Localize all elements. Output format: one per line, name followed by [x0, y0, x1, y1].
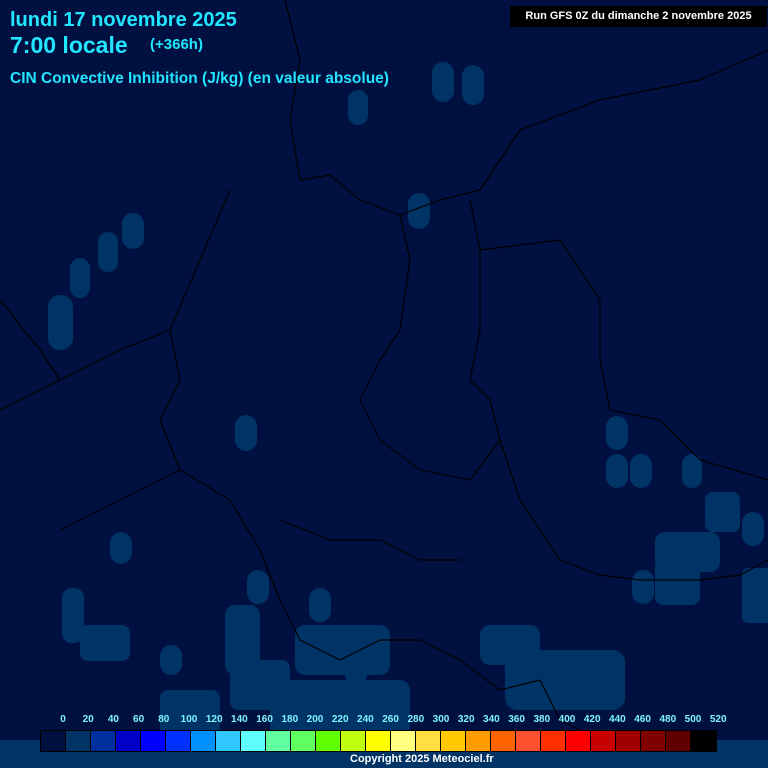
scale-label: 0	[60, 714, 66, 725]
scale-swatch	[641, 731, 666, 751]
forecast-time: 7:00 locale	[10, 32, 128, 58]
scale-label: 340	[483, 714, 500, 725]
scale-label: 100	[180, 714, 198, 725]
run-info: Run GFS 0Z du dimanche 2 novembre 2025	[510, 6, 767, 27]
scale-swatch	[491, 731, 516, 751]
scale-label: 200	[306, 714, 324, 725]
scale-swatch	[541, 731, 566, 751]
scale-label: 80	[158, 714, 170, 725]
scale-swatch	[591, 731, 616, 751]
scale-label: 420	[583, 714, 601, 725]
scale-label: 240	[357, 714, 374, 725]
scale-swatch	[666, 731, 691, 751]
scale-label: 440	[609, 714, 626, 725]
parameter-title: CIN Convective Inhibition (J/kg) (en val…	[10, 70, 389, 87]
scale-label: 40	[107, 714, 119, 725]
scale-label: 180	[281, 714, 299, 725]
copyright: Copyright 2025 Meteociel.fr	[350, 753, 494, 765]
scale-label: 460	[634, 714, 651, 725]
lead-time: (+366h)	[150, 36, 203, 53]
scale-swatch	[116, 731, 141, 751]
scale-swatch	[241, 731, 266, 751]
cin-areas	[0, 62, 768, 768]
scale-label: 220	[331, 714, 349, 725]
scale-label: 280	[407, 714, 425, 725]
scale-swatch	[141, 731, 166, 751]
scale-swatch	[41, 731, 66, 751]
scale-label: 320	[457, 714, 475, 725]
forecast-date: lundi 17 novembre 2025	[10, 9, 237, 31]
scale-label: 260	[382, 714, 399, 725]
scale-swatch	[416, 731, 441, 751]
scale-swatch	[316, 731, 341, 751]
scale-swatch	[366, 731, 391, 751]
scale-swatch	[291, 731, 316, 751]
scale-label: 360	[508, 714, 525, 725]
scale-label: 400	[558, 714, 576, 725]
scale-swatch	[441, 731, 466, 751]
scale-label: 120	[205, 714, 223, 725]
scale-label: 380	[533, 714, 551, 725]
scale-label: 140	[231, 714, 248, 725]
scale-swatch	[266, 731, 291, 751]
scale-swatch	[691, 731, 716, 751]
scale-swatch	[66, 731, 91, 751]
scale-label: 520	[709, 714, 727, 725]
scale-swatch	[91, 731, 116, 751]
scale-label: 160	[256, 714, 273, 725]
scale-label: 20	[82, 714, 94, 725]
scale-swatch	[466, 731, 491, 751]
scale-label: 300	[432, 714, 450, 725]
scale-swatch	[616, 731, 641, 751]
scale-swatch	[166, 731, 191, 751]
scale-label: 60	[133, 714, 145, 725]
scale-swatch	[341, 731, 366, 751]
scale-swatch	[566, 731, 591, 751]
scale-label: 480	[659, 714, 677, 725]
scale-swatch	[216, 731, 241, 751]
cin-map	[0, 0, 768, 768]
scale-label: 500	[684, 714, 702, 725]
scale-swatch	[191, 731, 216, 751]
scale-swatch	[516, 731, 541, 751]
scale-swatch	[391, 731, 416, 751]
color-scale	[40, 730, 717, 752]
